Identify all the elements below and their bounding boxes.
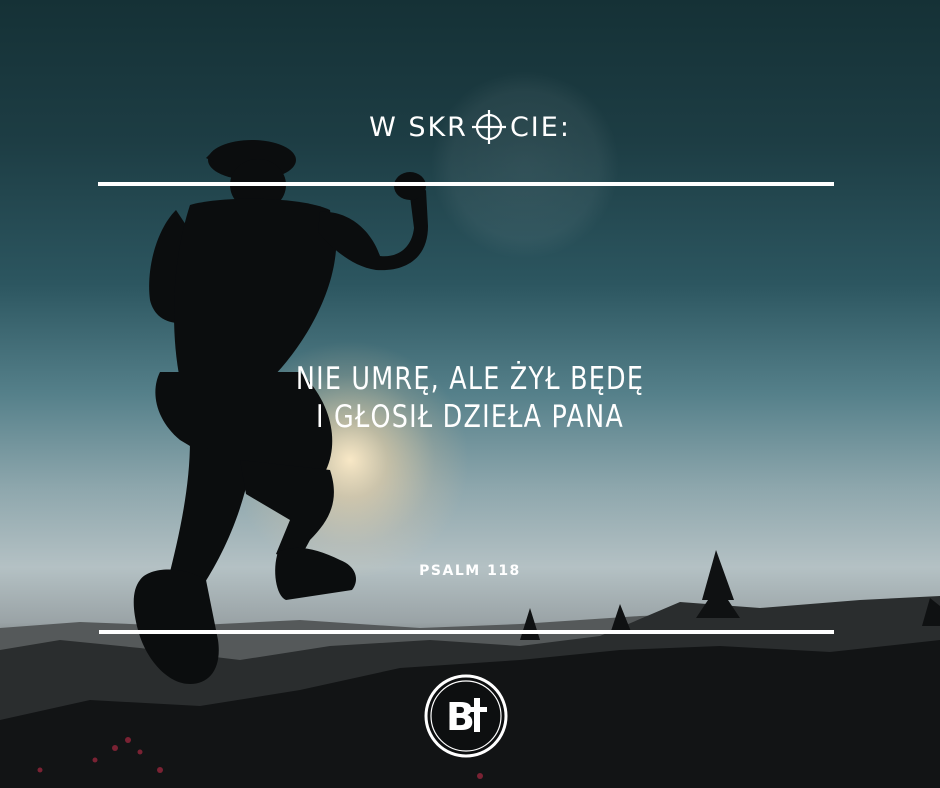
brand-logo: B xyxy=(424,674,508,758)
logo-letter: B xyxy=(446,695,475,739)
scripture-reference: PSALM 118 xyxy=(419,563,521,579)
title-text-right: CIE: xyxy=(509,111,571,143)
quote-line-2: I GŁOSIŁ DZIEŁA PANA xyxy=(316,399,624,435)
page-title: W SKR CIE: xyxy=(0,108,940,146)
quote-line-1: NIE UMRĘ, ALE ŻYŁ BĘDĘ xyxy=(295,361,645,397)
crosshair-icon xyxy=(470,108,508,146)
bottom-divider xyxy=(99,630,834,634)
top-divider xyxy=(98,182,834,186)
quote-block: NIE UMRĘ, ALE ŻYŁ BĘDĘ I GŁOSIŁ DZIEŁA P… xyxy=(85,360,856,436)
title-text-left: W SKR xyxy=(369,111,468,143)
